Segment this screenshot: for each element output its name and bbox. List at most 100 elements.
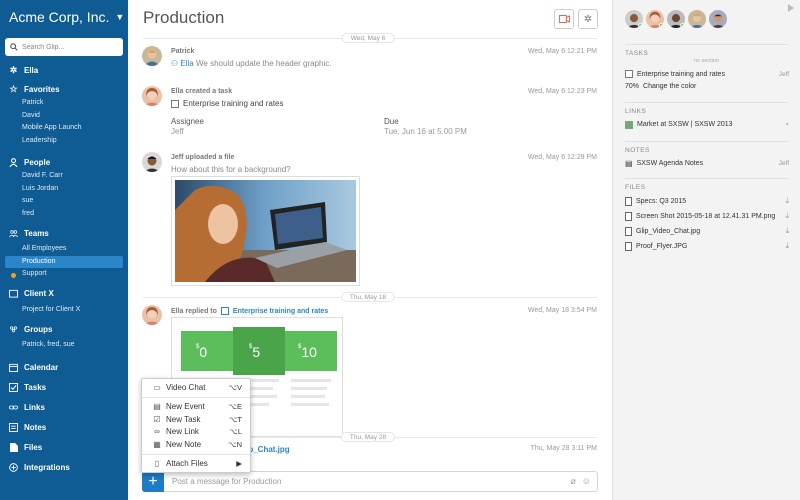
- menu-item-label: Video Chat: [166, 382, 206, 392]
- sidebar-item-tasks[interactable]: Tasks: [0, 380, 128, 396]
- sidebar-section-client-x[interactable]: Client X: [0, 286, 128, 302]
- divider: [625, 141, 788, 142]
- page-title: Production: [143, 8, 225, 27]
- avatar[interactable]: [646, 10, 664, 28]
- sidebar-item-notes[interactable]: Notes: [0, 420, 128, 436]
- folder-icon: [9, 289, 18, 298]
- download-icon[interactable]: ⤓: [785, 241, 789, 251]
- task-item[interactable]: Enterprise training and rates: [171, 99, 284, 108]
- settings-button[interactable]: ✲: [578, 9, 598, 29]
- sidebar-item-david[interactable]: David: [0, 110, 128, 123]
- sidebar-item-calendar[interactable]: Calendar: [0, 360, 128, 376]
- sidebar-item-production[interactable]: Production: [5, 255, 123, 268]
- file-icon: ▯: [154, 459, 160, 469]
- sidebar-item-files[interactable]: Files: [0, 440, 128, 456]
- menu-item-new-link[interactable]: ∞ New Link ⌥L: [142, 426, 250, 439]
- sidebar-item-luis-jordan[interactable]: Luis Jordan: [0, 183, 128, 196]
- message-text: ⚇ Ella We should update the header graph…: [171, 59, 332, 68]
- download-icon[interactable]: ⤓: [785, 211, 789, 221]
- avatar: [142, 86, 162, 106]
- calendar-icon: ▤: [153, 402, 161, 412]
- search-input[interactable]: [22, 43, 117, 51]
- sidebar-item-leadership[interactable]: Leadership: [0, 135, 128, 148]
- sidebar-item-mobile-app-launch[interactable]: Mobile App Launch: [0, 122, 128, 135]
- menu-separator: [142, 396, 250, 398]
- sidebar-item-fred[interactable]: fred: [0, 208, 128, 221]
- download-icon[interactable]: ⤓: [785, 226, 789, 236]
- sidebar-section-teams[interactable]: Teams: [0, 225, 128, 241]
- note-item[interactable]: ▤ SXSW Agenda Notes Jeff: [625, 159, 789, 168]
- sidebar-section-groups[interactable]: Groups: [0, 321, 128, 337]
- download-icon[interactable]: ⤓: [785, 196, 789, 206]
- sidebar-item-project-client-x[interactable]: Project for Client X: [0, 304, 128, 317]
- file-name: Screen Shot 2015-05-18 at 12.41.31 PM.pn…: [636, 212, 776, 220]
- message-header: Ella created a task: [171, 88, 233, 95]
- file-item[interactable]: Specs: Q3 2015 ⤓: [625, 196, 789, 206]
- sidebar-item-label: Tasks: [24, 383, 47, 392]
- menu-item-video-chat[interactable]: ▭ Video Chat ⌥V: [142, 381, 250, 394]
- video-chat-button[interactable]: [554, 9, 574, 29]
- no-section-label: no section: [693, 58, 720, 64]
- message-item: Ella created a task Wed, May 6 12:23 PM …: [142, 86, 597, 141]
- sidebar-item-patrick[interactable]: Patrick: [0, 97, 128, 110]
- task-link[interactable]: Enterprise training and rates: [233, 308, 328, 315]
- file-name: Glip_Video_Chat.jpg: [636, 227, 701, 235]
- menu-item-new-task[interactable]: ☑ New Task ⌥T: [142, 413, 250, 426]
- checkbox-icon: ☑: [153, 414, 161, 424]
- price-value: 0: [199, 344, 208, 360]
- task-checkbox[interactable]: [625, 70, 633, 78]
- sidebar-item-label: Client X: [24, 289, 54, 298]
- sidebar-item-support[interactable]: Support: [0, 268, 128, 281]
- sidebar-item-label: Favorites: [24, 84, 60, 94]
- sidebar-item-group-pfs[interactable]: Patrick, fred, sue: [0, 339, 128, 352]
- message-input[interactable]: [164, 477, 571, 486]
- details-panel: TASKS no section Enterprise training and…: [612, 0, 800, 500]
- collapse-arrow-icon[interactable]: [788, 4, 794, 12]
- search-box[interactable]: [5, 38, 123, 56]
- submenu-arrow-icon: ▶: [236, 459, 242, 469]
- message-time: Wed, May 6 12:29 PM: [527, 154, 597, 161]
- sidebar-item-label: Notes: [24, 423, 47, 432]
- sidebar-item-ella[interactable]: ✲ Ella: [0, 62, 128, 78]
- link-title: Market at SXSW | SXSW 2013: [637, 121, 733, 128]
- file-item[interactable]: Proof_Flyer.JPG ⤓: [625, 241, 789, 251]
- price-value: 5: [252, 344, 261, 360]
- file-item[interactable]: Glip_Video_Chat.jpg ⤓: [625, 226, 789, 236]
- sidebar-item-links[interactable]: Links: [0, 400, 128, 416]
- menu-item-new-note[interactable]: ▦ New Note ⌥N: [142, 438, 250, 451]
- avatar[interactable]: [667, 10, 685, 28]
- menu-item-new-event[interactable]: ▤ New Event ⌥E: [142, 401, 250, 414]
- date-separator: Thu, May 28: [340, 432, 396, 442]
- clock-icon[interactable]: ◔: [784, 120, 789, 129]
- member-list: [625, 10, 727, 28]
- sidebar-item-david-f-carr[interactable]: David F. Carr: [0, 170, 128, 183]
- avatar[interactable]: [625, 10, 643, 28]
- add-button[interactable]: +: [142, 471, 164, 492]
- avatar[interactable]: [709, 10, 727, 28]
- sidebar-item-all-employees[interactable]: All Employees: [0, 243, 128, 256]
- paperclip-icon[interactable]: ⌀: [570, 476, 575, 487]
- sidebar-item-sue[interactable]: sue: [0, 195, 128, 208]
- avatar[interactable]: [688, 10, 706, 28]
- image-attachment[interactable]: [171, 176, 360, 286]
- org-switcher[interactable]: Acme Corp, Inc. ▼: [9, 9, 124, 25]
- link-item[interactable]: Market at SXSW | SXSW 2013 ◔: [625, 120, 789, 129]
- message-time: Wed, May 6 12:21 PM: [527, 48, 597, 55]
- star-icon: ☆: [9, 83, 18, 94]
- emoji-icon[interactable]: ☺: [582, 476, 591, 487]
- task-item[interactable]: Enterprise training and rates Jeff: [625, 70, 789, 78]
- sidebar-section-favorites[interactable]: ☆ Favorites: [0, 81, 128, 97]
- menu-shortcut: ⌥E: [228, 402, 242, 412]
- file-item[interactable]: Screen Shot 2015-05-18 at 12.41.31 PM.pn…: [625, 211, 789, 221]
- mention-link[interactable]: ⚇ Ella: [171, 59, 196, 68]
- task-item[interactable]: 70% Change the color: [625, 83, 789, 90]
- menu-shortcut: ⌥V: [228, 382, 242, 392]
- sidebar-item-integrations[interactable]: Integrations: [0, 460, 128, 476]
- menu-item-attach-files[interactable]: ▯ Attach Files ▶: [142, 458, 250, 471]
- task-checkbox[interactable]: [171, 99, 179, 108]
- notes-header: NOTES: [625, 147, 650, 154]
- link-icon: [9, 403, 18, 412]
- link-thumbnail-icon: [625, 120, 633, 129]
- sidebar-section-people[interactable]: People: [0, 154, 128, 170]
- gear-icon: ✲: [583, 13, 593, 25]
